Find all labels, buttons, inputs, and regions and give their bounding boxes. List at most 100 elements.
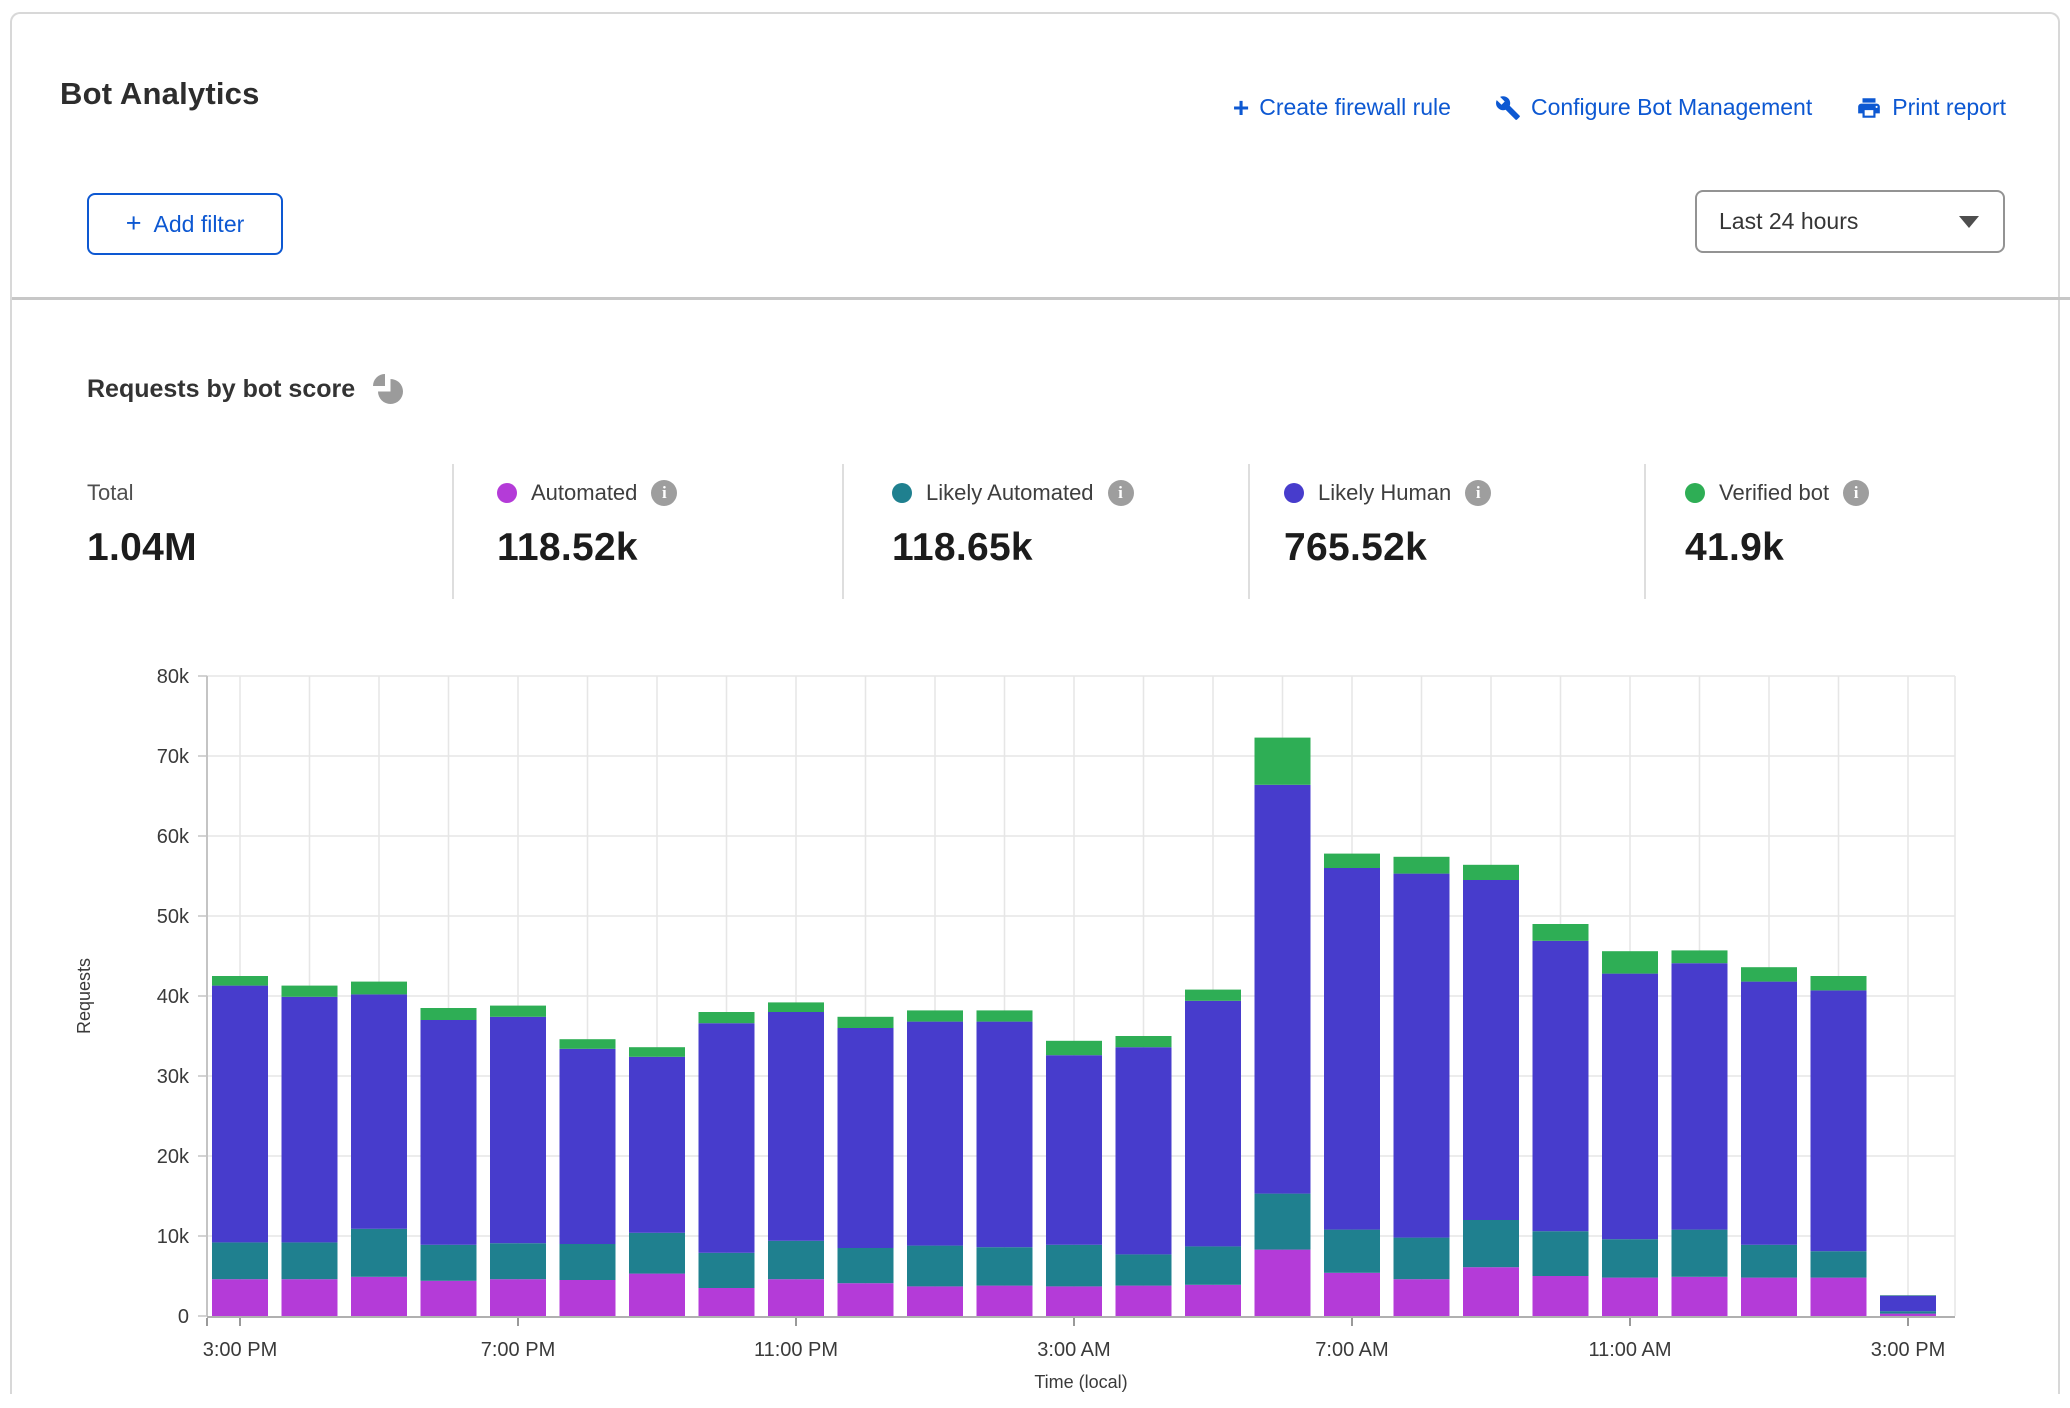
- bar-segment-automated[interactable]: [490, 1279, 546, 1316]
- bar-segment-likely-human[interactable]: [838, 1028, 894, 1248]
- time-range-dropdown[interactable]: Last 24 hours: [1695, 190, 2005, 253]
- bar-segment-likely-automated[interactable]: [768, 1241, 824, 1279]
- create-firewall-rule-link[interactable]: + Create firewall rule: [1233, 94, 1451, 121]
- bar-segment-likely-human[interactable]: [1116, 1047, 1172, 1254]
- bar-segment-likely-human[interactable]: [629, 1057, 685, 1233]
- bar-segment-verified-bot[interactable]: [629, 1047, 685, 1057]
- bar-segment-automated[interactable]: [1602, 1278, 1658, 1316]
- bar-segment-verified-bot[interactable]: [1185, 990, 1241, 1001]
- bar-segment-likely-automated[interactable]: [1185, 1246, 1241, 1284]
- bar-segment-verified-bot[interactable]: [1533, 924, 1589, 941]
- bar-segment-likely-human[interactable]: [1255, 785, 1311, 1194]
- bar-segment-likely-human[interactable]: [1880, 1296, 1936, 1312]
- bar-segment-likely-automated[interactable]: [1255, 1194, 1311, 1250]
- bar-segment-likely-human[interactable]: [490, 1017, 546, 1243]
- bar-segment-likely-human[interactable]: [1533, 941, 1589, 1231]
- bar-segment-automated[interactable]: [1394, 1279, 1450, 1316]
- bar-segment-likely-automated[interactable]: [351, 1229, 407, 1277]
- bar-segment-likely-automated[interactable]: [282, 1242, 338, 1279]
- bar-segment-verified-bot[interactable]: [282, 986, 338, 997]
- bar-segment-likely-human[interactable]: [212, 986, 268, 1243]
- bar-segment-verified-bot[interactable]: [838, 1017, 894, 1028]
- bar-segment-automated[interactable]: [1741, 1278, 1797, 1316]
- bar-segment-verified-bot[interactable]: [212, 976, 268, 986]
- bar-segment-verified-bot[interactable]: [1046, 1041, 1102, 1055]
- bar-segment-verified-bot[interactable]: [1255, 738, 1311, 785]
- bar-segment-verified-bot[interactable]: [560, 1039, 616, 1049]
- bar-segment-verified-bot[interactable]: [907, 1010, 963, 1021]
- bar-segment-automated[interactable]: [699, 1288, 755, 1316]
- bar-segment-automated[interactable]: [1672, 1277, 1728, 1316]
- bar-segment-likely-automated[interactable]: [1811, 1251, 1867, 1277]
- bar-segment-verified-bot[interactable]: [490, 1006, 546, 1017]
- bar-segment-likely-automated[interactable]: [907, 1246, 963, 1287]
- info-icon[interactable]: i: [1108, 480, 1134, 506]
- bar-segment-likely-human[interactable]: [699, 1023, 755, 1253]
- bar-segment-likely-automated[interactable]: [1324, 1230, 1380, 1273]
- pie-chart-icon[interactable]: [373, 374, 403, 404]
- bar-segment-verified-bot[interactable]: [1324, 854, 1380, 868]
- bar-segment-likely-automated[interactable]: [1463, 1220, 1519, 1267]
- bar-segment-automated[interactable]: [1046, 1286, 1102, 1316]
- bar-segment-automated[interactable]: [282, 1279, 338, 1316]
- bar-segment-verified-bot[interactable]: [977, 1010, 1033, 1021]
- bar-segment-likely-human[interactable]: [1046, 1055, 1102, 1245]
- bar-segment-verified-bot[interactable]: [351, 982, 407, 995]
- bar-segment-automated[interactable]: [838, 1283, 894, 1316]
- bar-segment-automated[interactable]: [212, 1279, 268, 1316]
- bar-segment-automated[interactable]: [1255, 1250, 1311, 1316]
- configure-bot-management-link[interactable]: Configure Bot Management: [1495, 94, 1812, 121]
- bar-segment-likely-human[interactable]: [1672, 963, 1728, 1229]
- bar-segment-automated[interactable]: [351, 1277, 407, 1316]
- info-icon[interactable]: i: [1843, 480, 1869, 506]
- bar-segment-likely-automated[interactable]: [560, 1244, 616, 1280]
- bar-segment-automated[interactable]: [560, 1280, 616, 1316]
- bar-segment-likely-automated[interactable]: [490, 1243, 546, 1279]
- bar-segment-likely-automated[interactable]: [629, 1233, 685, 1274]
- info-icon[interactable]: i: [651, 480, 677, 506]
- bar-segment-verified-bot[interactable]: [768, 1002, 824, 1012]
- bar-segment-verified-bot[interactable]: [1394, 857, 1450, 874]
- bar-segment-likely-human[interactable]: [1324, 868, 1380, 1230]
- bar-segment-likely-human[interactable]: [977, 1022, 1033, 1248]
- bar-segment-automated[interactable]: [977, 1286, 1033, 1316]
- bar-segment-automated[interactable]: [1116, 1286, 1172, 1316]
- bar-segment-automated[interactable]: [1533, 1276, 1589, 1316]
- bar-segment-likely-human[interactable]: [421, 1020, 477, 1245]
- bar-segment-verified-bot[interactable]: [1741, 967, 1797, 981]
- bar-segment-automated[interactable]: [1324, 1273, 1380, 1316]
- bar-segment-likely-automated[interactable]: [1741, 1245, 1797, 1278]
- bar-segment-likely-automated[interactable]: [1394, 1238, 1450, 1280]
- bar-segment-likely-automated[interactable]: [1602, 1239, 1658, 1277]
- bar-segment-likely-human[interactable]: [1602, 974, 1658, 1240]
- bar-segment-likely-human[interactable]: [1394, 874, 1450, 1238]
- bar-segment-likely-automated[interactable]: [1046, 1245, 1102, 1287]
- bar-segment-likely-automated[interactable]: [838, 1248, 894, 1283]
- bar-segment-automated[interactable]: [768, 1279, 824, 1316]
- bar-segment-automated[interactable]: [1463, 1267, 1519, 1316]
- info-icon[interactable]: i: [1465, 480, 1491, 506]
- bar-segment-verified-bot[interactable]: [699, 1012, 755, 1023]
- bar-segment-likely-human[interactable]: [560, 1049, 616, 1244]
- bar-segment-likely-human[interactable]: [907, 1022, 963, 1246]
- print-report-link[interactable]: Print report: [1856, 94, 2006, 121]
- bar-segment-likely-human[interactable]: [351, 994, 407, 1228]
- bar-segment-verified-bot[interactable]: [1672, 950, 1728, 963]
- bar-segment-verified-bot[interactable]: [1602, 951, 1658, 973]
- bar-segment-automated[interactable]: [421, 1281, 477, 1316]
- bar-segment-verified-bot[interactable]: [421, 1008, 477, 1020]
- bar-segment-likely-automated[interactable]: [1672, 1230, 1728, 1277]
- bar-segment-likely-human[interactable]: [1185, 1001, 1241, 1247]
- bar-segment-likely-human[interactable]: [282, 997, 338, 1243]
- bar-segment-verified-bot[interactable]: [1811, 976, 1867, 990]
- bar-segment-verified-bot[interactable]: [1463, 865, 1519, 880]
- bar-segment-likely-human[interactable]: [768, 1012, 824, 1241]
- bar-segment-likely-human[interactable]: [1741, 982, 1797, 1245]
- bar-segment-automated[interactable]: [629, 1274, 685, 1316]
- add-filter-button[interactable]: + Add filter: [87, 193, 283, 255]
- bar-segment-likely-automated[interactable]: [421, 1245, 477, 1281]
- bar-segment-verified-bot[interactable]: [1116, 1036, 1172, 1047]
- bar-segment-automated[interactable]: [1880, 1314, 1936, 1316]
- bar-segment-likely-human[interactable]: [1463, 880, 1519, 1220]
- bar-segment-automated[interactable]: [1811, 1278, 1867, 1316]
